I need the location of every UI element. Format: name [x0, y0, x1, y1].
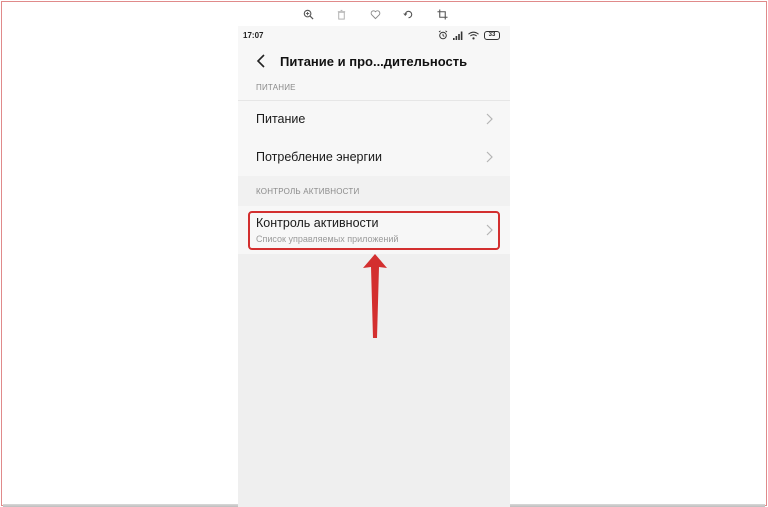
list-item-label: Потребление энергии [256, 150, 383, 164]
status-time: 17:07 [243, 31, 264, 40]
crop-icon[interactable] [434, 6, 450, 22]
rotate-icon[interactable] [401, 6, 417, 22]
page-header: Питание и про...дительность [238, 46, 510, 76]
zoom-in-icon[interactable] [300, 6, 316, 22]
signal-icon [453, 31, 463, 40]
back-button[interactable] [252, 52, 270, 70]
page-title: Питание и про...дительность [280, 54, 468, 69]
alarm-icon [438, 30, 448, 40]
status-icons: 33 [438, 30, 500, 40]
viewer-toolbar [300, 5, 450, 23]
battery-icon: 33 [484, 30, 500, 40]
annotation-arrow-icon [363, 254, 387, 338]
chevron-right-icon [486, 113, 493, 125]
heart-icon[interactable] [367, 6, 383, 22]
highlight-box [248, 211, 500, 250]
list-item-power[interactable]: Питание [238, 101, 510, 138]
list-item-label: Питание [256, 112, 306, 126]
chevron-right-icon [486, 151, 493, 163]
section-header-power: ПИТАНИЕ [238, 76, 510, 100]
wifi-icon [468, 31, 479, 40]
status-bar: 17:07 33 [238, 26, 510, 46]
list-item-energy-consumption[interactable]: Потребление энергии [238, 138, 510, 176]
section-header-activity-control: КОНТРОЛЬ АКТИВНОСТИ [238, 180, 510, 204]
chevron-left-icon [256, 54, 265, 68]
trash-icon[interactable] [334, 6, 350, 22]
